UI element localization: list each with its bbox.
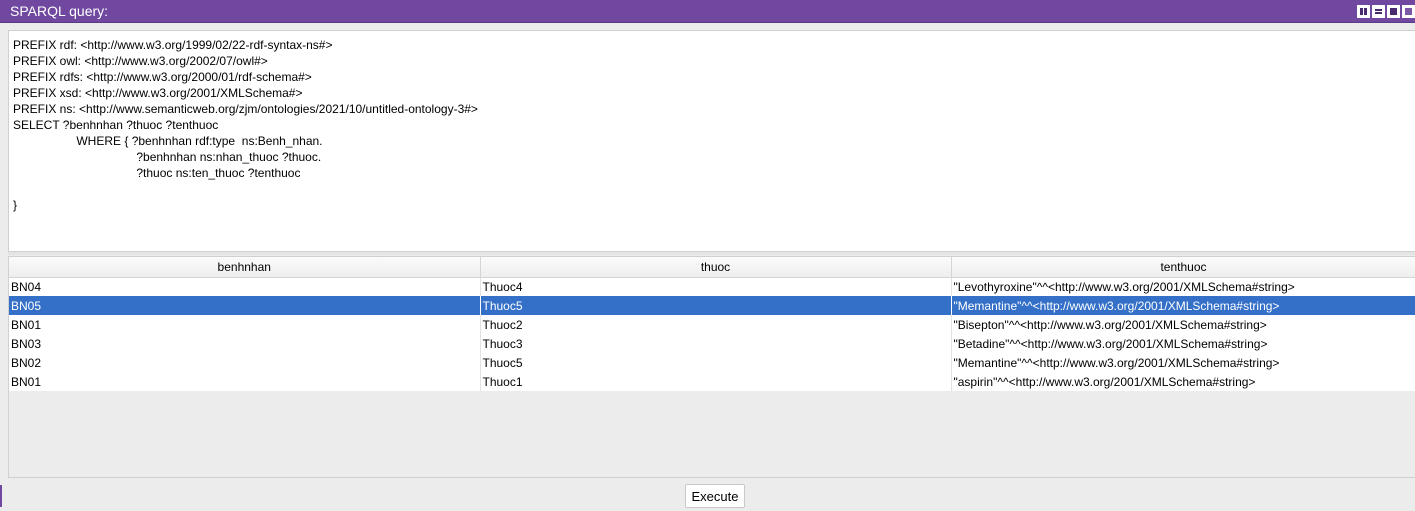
cell-benhnhan: BN01	[9, 315, 481, 334]
query-line: }	[13, 198, 18, 212]
results-table-panel: benhnhan thuoc tenthuoc BN04 Thuoc4 "Lev…	[8, 256, 1415, 478]
window-edge	[0, 485, 2, 507]
window-titlebar[interactable]: SPARQL query:	[0, 0, 1415, 23]
query-line: PREFIX rdfs: <http://www.w3.org/2000/01/…	[13, 70, 312, 84]
cell-benhnhan: BN01	[9, 372, 481, 391]
cell-thuoc: Thuoc1	[480, 372, 952, 391]
cell-tenthuoc: "Betadine"^^<http://www.w3.org/2001/XMLS…	[951, 334, 1415, 353]
table-row[interactable]: BN04 Thuoc4 "Levothyroxine"^^<http://www…	[9, 277, 1415, 296]
cell-benhnhan: BN02	[9, 353, 481, 372]
query-line: ?benhnhan ns:nhan_thuoc ?thuoc.	[13, 150, 322, 164]
cell-benhnhan: BN04	[9, 277, 481, 296]
query-line: SELECT ?benhnhan ?thuoc ?tenthuoc	[13, 118, 219, 132]
query-line: PREFIX ns: <http://www.semanticweb.org/z…	[13, 102, 478, 116]
results-table: benhnhan thuoc tenthuoc BN04 Thuoc4 "Lev…	[9, 257, 1415, 391]
query-editor[interactable]: PREFIX rdf: <http://www.w3.org/1999/02/2…	[8, 30, 1415, 252]
execute-button[interactable]: Execute	[685, 484, 745, 508]
table-header-row: benhnhan thuoc tenthuoc	[9, 257, 1415, 278]
table-row[interactable]: BN01 Thuoc2 "Bisepton"^^<http://www.w3.o…	[9, 315, 1415, 334]
column-header-tenthuoc[interactable]: tenthuoc	[951, 257, 1415, 278]
cell-thuoc: Thuoc2	[480, 315, 952, 334]
query-line: PREFIX xsd: <http://www.w3.org/2001/XMLS…	[13, 86, 303, 100]
window-controls	[1357, 5, 1415, 18]
cell-tenthuoc: "Memantine"^^<http://www.w3.org/2001/XML…	[951, 353, 1415, 372]
query-line: WHERE { ?benhnhan rdf:type ns:Benh_nhan.	[13, 134, 323, 148]
cell-thuoc: Thuoc5	[480, 353, 952, 372]
maximize-icon[interactable]	[1387, 5, 1400, 18]
cell-thuoc: Thuoc5	[480, 296, 952, 315]
table-row[interactable]: BN02 Thuoc5 "Memantine"^^<http://www.w3.…	[9, 353, 1415, 372]
cell-tenthuoc: "Memantine"^^<http://www.w3.org/2001/XML…	[951, 296, 1415, 315]
cell-thuoc: Thuoc3	[480, 334, 952, 353]
window-title: SPARQL query:	[10, 3, 109, 19]
cell-tenthuoc: "aspirin"^^<http://www.w3.org/2001/XMLSc…	[951, 372, 1415, 391]
query-line: ?thuoc ns:ten_thuoc ?tenthuoc	[13, 166, 301, 180]
query-line: PREFIX rdf: <http://www.w3.org/1999/02/2…	[13, 38, 333, 52]
tile-icon[interactable]	[1357, 5, 1370, 18]
table-row[interactable]: BN03 Thuoc3 "Betadine"^^<http://www.w3.o…	[9, 334, 1415, 353]
sparql-query-window: SPARQL query: PREFIX rdf: <http://www.w3…	[0, 0, 1415, 511]
cell-tenthuoc: "Levothyroxine"^^<http://www.w3.org/2001…	[951, 277, 1415, 296]
table-row[interactable]: BN01 Thuoc1 "aspirin"^^<http://www.w3.or…	[9, 372, 1415, 391]
column-header-benhnhan[interactable]: benhnhan	[9, 257, 481, 278]
column-header-thuoc[interactable]: thuoc	[480, 257, 952, 278]
query-line	[13, 181, 1415, 197]
split-divider[interactable]	[8, 252, 1415, 255]
minimize-icon[interactable]	[1372, 5, 1385, 18]
cell-thuoc: Thuoc4	[480, 277, 952, 296]
close-icon[interactable]	[1402, 5, 1415, 18]
cell-tenthuoc: "Bisepton"^^<http://www.w3.org/2001/XMLS…	[951, 315, 1415, 334]
query-line: PREFIX owl: <http://www.w3.org/2002/07/o…	[13, 54, 268, 68]
table-row-selected[interactable]: BN05 Thuoc5 "Memantine"^^<http://www.w3.…	[9, 296, 1415, 315]
cell-benhnhan: BN05	[9, 296, 481, 315]
cell-benhnhan: BN03	[9, 334, 481, 353]
